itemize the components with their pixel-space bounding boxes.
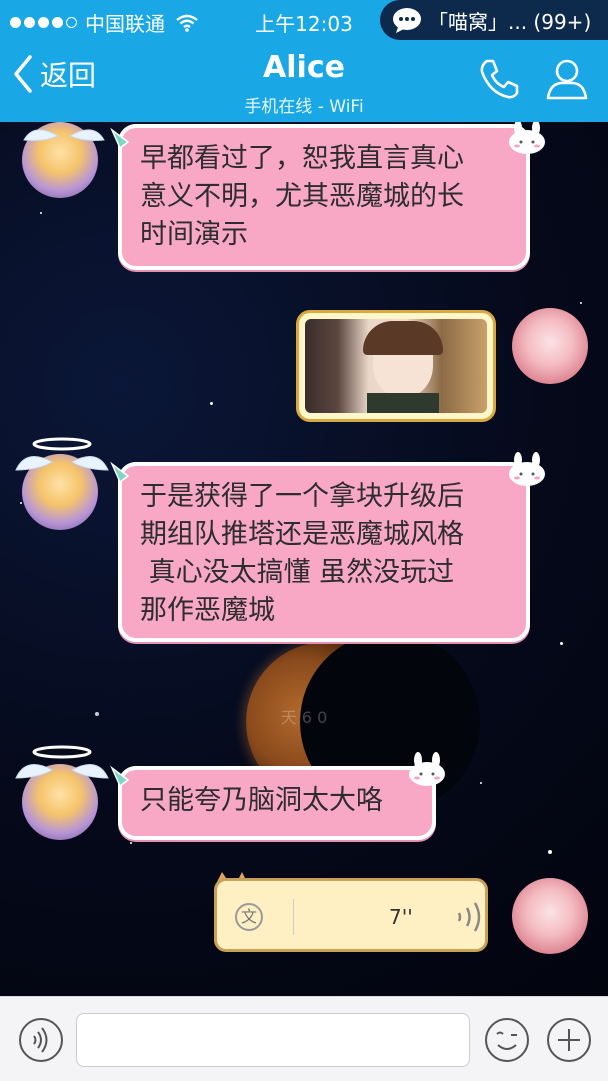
star [20, 502, 22, 504]
plus-button[interactable] [546, 1017, 592, 1063]
phone-icon[interactable] [476, 56, 522, 102]
nav-bar: 返回 Alice 手机在线 - WiFi [0, 40, 608, 122]
message-bubble[interactable]: 于是获得了一个拿块升级后 期组队推塔还是恶魔城风格 真心没太搞懂 虽然没玩过 那… [118, 462, 530, 642]
message-text: 只能夸乃脑洞太大咯 [140, 785, 383, 816]
notification-text: 「喵窝」... (99+) [428, 9, 592, 34]
candy-ribbon-icon [110, 127, 130, 150]
emoji-button[interactable] [484, 1017, 530, 1063]
star [480, 782, 482, 784]
contact-profile-icon[interactable] [544, 56, 590, 102]
angel-halo-wings-icon [15, 437, 109, 471]
wifi-icon [176, 14, 198, 32]
voice-message-bubble[interactable]: 文 7'' [214, 878, 488, 952]
input-bar [0, 996, 608, 1081]
message-input[interactable] [76, 1013, 470, 1067]
notification-pill[interactable]: 「喵窝」... (99+) [380, 0, 608, 40]
sound-wave-icon [457, 902, 481, 932]
time-separator: 天 6 0 [280, 708, 328, 727]
bunny-sticker-icon [509, 452, 545, 486]
chat-bubble-icon [393, 8, 421, 33]
candy-ribbon-icon [110, 461, 130, 484]
voice-input-button[interactable] [18, 1017, 64, 1063]
candy-ribbon-icon [110, 765, 130, 788]
star [548, 850, 552, 854]
message-text: 于是获得了一个拿块升级后 期组队推塔还是恶魔城风格 真心没太搞懂 虽然没玩过 那… [140, 481, 464, 626]
image-message-bubble[interactable] [296, 310, 496, 422]
star [560, 642, 563, 645]
my-avatar[interactable] [512, 878, 588, 954]
chat-area[interactable]: 天 6 0 早都看过了，恕我直言真心 意义不明，尤其恶魔城的长 时间演示 于是获… [0, 122, 608, 996]
my-avatar[interactable] [512, 308, 588, 384]
angel-wings-icon [23, 129, 105, 141]
message-text: 早都看过了，恕我直言真心 意义不明，尤其恶魔城的长 时间演示 [140, 143, 464, 250]
star [580, 302, 582, 304]
carrier-name: 中国联通 [85, 12, 165, 36]
status-bar: 中国联通 上午12:03 「喵窝」... (99+) [0, 0, 608, 40]
star [210, 402, 213, 405]
anime-image [305, 319, 487, 413]
star [40, 212, 42, 214]
message-bubble[interactable]: 只能夸乃脑洞太大咯 [118, 766, 436, 840]
translate-voice-button[interactable]: 文 [235, 903, 263, 931]
bunny-sticker-icon [409, 752, 445, 786]
bunny-sticker-icon [509, 122, 545, 154]
status-left: 中国联通 [10, 8, 199, 37]
angel-halo-wings-icon [15, 745, 109, 779]
message-bubble[interactable]: 早都看过了，恕我直言真心 意义不明，尤其恶魔城的长 时间演示 [118, 124, 530, 270]
signal-strength-icon [10, 17, 77, 28]
voice-divider [293, 899, 294, 935]
star [130, 842, 132, 844]
voice-duration: 7'' [389, 905, 413, 929]
